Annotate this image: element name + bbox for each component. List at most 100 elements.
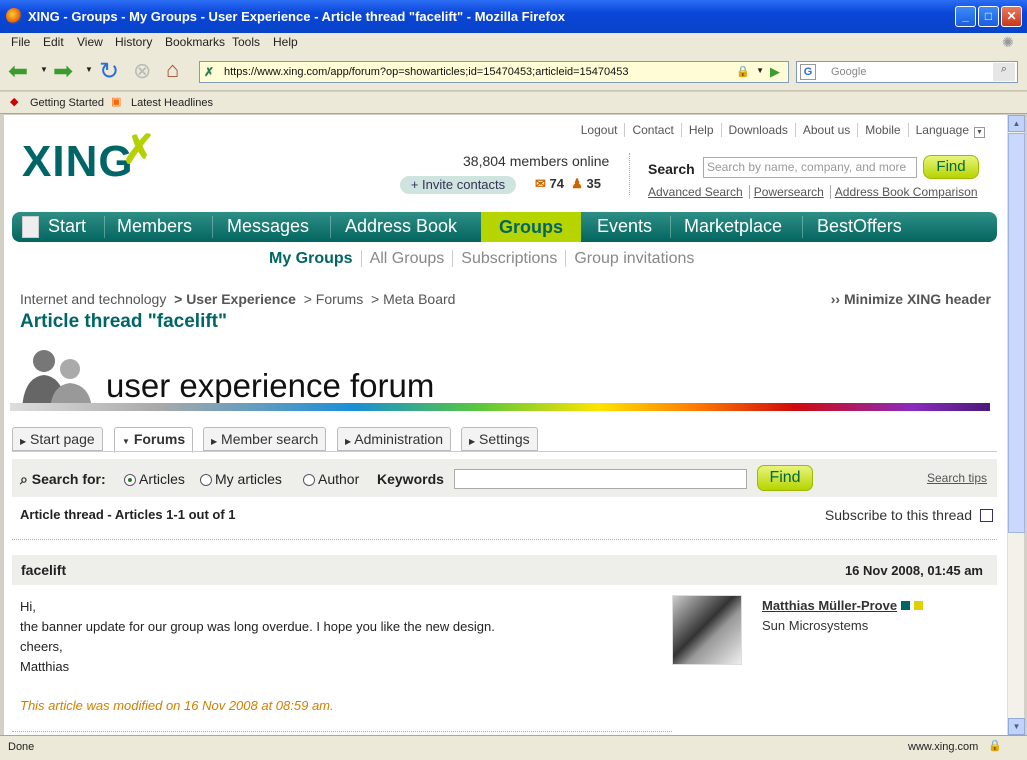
- xing-logo[interactable]: XING: [22, 137, 134, 187]
- help-link[interactable]: Help: [680, 123, 721, 137]
- go-icon[interactable]: ▶: [770, 64, 780, 80]
- premium-member-icon[interactable]: [914, 601, 924, 610]
- url-dropdown-icon[interactable]: ▼: [756, 66, 764, 75]
- bookmark-getting-started[interactable]: Getting Started: [30, 97, 104, 109]
- minimize-window-button[interactable]: _: [955, 6, 976, 27]
- tab-settings[interactable]: ▶ Settings: [461, 427, 538, 451]
- forward-dropdown-icon[interactable]: ▼: [85, 65, 93, 74]
- radio-author-indicator[interactable]: [303, 474, 315, 486]
- minimize-header-link[interactable]: ›› Minimize XING header: [831, 291, 991, 307]
- post-subject: facelift: [21, 562, 67, 578]
- menu-file[interactable]: File: [11, 35, 30, 49]
- language-dropdown-icon[interactable]: ▼: [974, 127, 985, 138]
- radio-author[interactable]: Author: [303, 471, 359, 487]
- menu-view[interactable]: View: [77, 35, 103, 49]
- logout-link[interactable]: Logout: [574, 123, 625, 137]
- author-status-icon[interactable]: [901, 601, 911, 610]
- author-name[interactable]: Matthias Müller-Prove: [762, 598, 897, 613]
- find-button[interactable]: Find: [923, 155, 979, 179]
- bookmark-latest-headlines[interactable]: Latest Headlines: [131, 97, 213, 109]
- language-link[interactable]: Language: [907, 123, 976, 137]
- nav-start[interactable]: Start: [48, 216, 86, 237]
- search-tips-link[interactable]: Search tips: [927, 471, 987, 485]
- forum-find-button[interactable]: Find: [757, 465, 813, 491]
- subnav-subscriptions[interactable]: Subscriptions: [452, 250, 566, 267]
- nav-events[interactable]: Events: [597, 216, 652, 237]
- web-search-box[interactable]: G Google ⌕: [796, 61, 1018, 83]
- radio-my-articles-label: My articles: [215, 471, 282, 487]
- stop-icon[interactable]: ⊗: [133, 58, 151, 84]
- menu-tools[interactable]: Tools: [232, 35, 260, 49]
- divider: [12, 539, 997, 540]
- tab-divider: [12, 451, 997, 452]
- nav-marketplace[interactable]: Marketplace: [684, 216, 782, 237]
- forum-search-bar: ⌕ Search for: Articles My articles Autho…: [12, 459, 997, 497]
- subnav-group-invitations[interactable]: Group invitations: [565, 250, 703, 267]
- messages-icon[interactable]: ✉: [535, 176, 546, 191]
- post-line: the banner update for our group was long…: [20, 619, 495, 634]
- radio-my-articles-indicator[interactable]: [200, 474, 212, 486]
- contacts-count[interactable]: 35: [587, 176, 601, 191]
- back-dropdown-icon[interactable]: ▼: [40, 65, 48, 74]
- radio-articles-indicator[interactable]: [124, 474, 136, 486]
- subscribe-thread[interactable]: Subscribe to this thread: [825, 507, 993, 523]
- radio-my-articles[interactable]: My articles: [200, 471, 282, 487]
- close-window-button[interactable]: ✕: [1001, 6, 1022, 27]
- tab-forums[interactable]: ▼ Forums: [114, 427, 194, 453]
- messages-count[interactable]: 74: [550, 176, 564, 191]
- subnav-all-groups[interactable]: All Groups: [360, 250, 453, 267]
- menu-help[interactable]: Help: [273, 35, 298, 49]
- crumb-meta-board[interactable]: > Meta Board: [371, 291, 455, 307]
- keywords-label: Keywords: [377, 471, 444, 487]
- search-for-text: Search for:: [31, 471, 106, 487]
- tab-administration[interactable]: ▶ Administration: [337, 427, 451, 451]
- subscribe-checkbox[interactable]: [980, 509, 993, 522]
- web-page: Logout Contact Help Downloads About us Mobile…: [4, 115, 1007, 735]
- nav-members[interactable]: Members: [117, 216, 192, 237]
- menu-bookmarks[interactable]: Bookmarks: [165, 35, 225, 49]
- google-engine-icon[interactable]: G: [800, 64, 816, 80]
- bookmarks-toolbar: ◆ Getting Started ▣ Latest Headlines: [0, 92, 1027, 114]
- address-book-comparison-link[interactable]: Address Book Comparison: [835, 185, 984, 199]
- member-search-input[interactable]: Search by name, company, and more: [703, 157, 917, 178]
- crumb-user-experience[interactable]: > User Experience: [174, 291, 296, 307]
- home-icon[interactable]: ⌂: [166, 57, 179, 83]
- magnifier-icon[interactable]: ⌕: [993, 63, 1015, 81]
- user-avatar-icon[interactable]: [22, 216, 39, 238]
- scroll-down-icon[interactable]: ▼: [1008, 718, 1025, 735]
- downloads-link[interactable]: Downloads: [720, 123, 795, 137]
- nav-bestoffers[interactable]: BestOffers: [817, 216, 902, 237]
- radio-articles[interactable]: Articles: [124, 471, 185, 487]
- maximize-window-button[interactable]: □: [978, 6, 999, 27]
- keywords-input[interactable]: [454, 469, 747, 489]
- scroll-thumb[interactable]: [1008, 133, 1025, 533]
- powersearch-link[interactable]: Powersearch: [753, 185, 831, 199]
- tab-start-page[interactable]: ▶ Start page: [12, 427, 103, 451]
- about-link[interactable]: About us: [794, 123, 858, 137]
- advanced-search-link[interactable]: Advanced Search: [648, 185, 750, 199]
- mobile-link[interactable]: Mobile: [857, 123, 908, 137]
- nav-address-book[interactable]: Address Book: [345, 216, 457, 237]
- contacts-icon[interactable]: ♟: [571, 176, 583, 191]
- subnav-my-groups[interactable]: My Groups: [269, 250, 361, 267]
- nav-groups[interactable]: Groups: [481, 212, 581, 242]
- secure-lock-icon[interactable]: 🔒: [988, 739, 1002, 752]
- scroll-up-icon[interactable]: ▲: [1008, 115, 1025, 132]
- url-bar[interactable]: ✗ https://www.xing.com/app/forum?op=show…: [199, 61, 789, 83]
- vertical-scrollbar[interactable]: ▲ ▼: [1007, 115, 1025, 735]
- tab-member-search[interactable]: ▶ Member search: [203, 427, 327, 451]
- contact-link[interactable]: Contact: [624, 123, 681, 137]
- invite-contacts-button[interactable]: + Invite contacts: [400, 176, 516, 194]
- menu-edit[interactable]: Edit: [43, 35, 64, 49]
- forward-icon[interactable]: ➡: [53, 57, 73, 86]
- nav-separator: [330, 216, 331, 238]
- author-company: Sun Microsystems: [762, 618, 869, 633]
- nav-messages[interactable]: Messages: [227, 216, 309, 237]
- crumb-forums[interactable]: > Forums: [304, 291, 364, 307]
- crumb-internet-technology[interactable]: Internet and technology: [20, 291, 166, 307]
- menu-history[interactable]: History: [115, 35, 152, 49]
- reload-icon[interactable]: ↻: [99, 57, 119, 86]
- back-icon[interactable]: ⬅: [8, 57, 28, 86]
- author-avatar[interactable]: [672, 595, 742, 665]
- page-title: Article thread "facelift": [20, 311, 228, 332]
